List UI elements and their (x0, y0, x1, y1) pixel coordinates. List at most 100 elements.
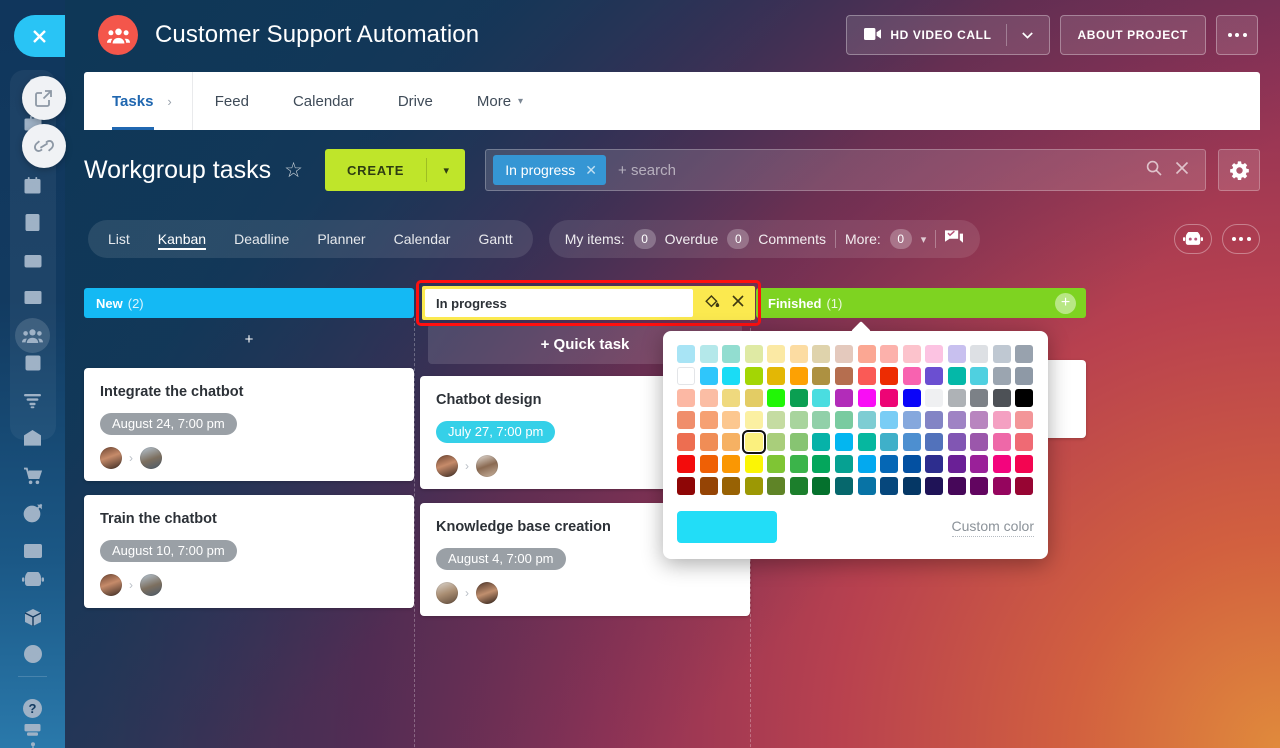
column-name-input[interactable]: In progress (425, 289, 693, 317)
star-outline-icon[interactable]: ☆ (284, 158, 303, 183)
hd-video-call-button[interactable]: HD VIDEO CALL (846, 15, 1050, 55)
add-column-icon[interactable]: + (1055, 292, 1076, 314)
color-swatch[interactable] (767, 433, 786, 451)
gear-icon[interactable] (1218, 149, 1260, 191)
color-swatch[interactable] (902, 345, 921, 363)
color-swatch[interactable] (880, 477, 899, 495)
color-swatch[interactable] (834, 389, 853, 407)
color-swatch[interactable] (992, 477, 1011, 495)
color-swatch[interactable] (744, 411, 763, 429)
color-swatch[interactable] (677, 367, 695, 385)
column-header-finished[interactable]: Finished (1) + (756, 288, 1086, 318)
avatar[interactable] (140, 574, 162, 596)
color-swatch[interactable] (902, 389, 921, 407)
color-swatch[interactable] (789, 345, 808, 363)
color-swatch[interactable] (812, 433, 831, 451)
color-swatch[interactable] (1015, 433, 1034, 451)
color-swatch[interactable] (970, 345, 989, 363)
color-swatch[interactable] (857, 477, 876, 495)
color-swatch[interactable] (880, 367, 899, 385)
chevron-down-icon[interactable] (1007, 16, 1049, 54)
color-swatch[interactable] (925, 455, 944, 473)
color-swatch[interactable] (857, 345, 876, 363)
color-swatch[interactable] (767, 477, 786, 495)
color-swatch[interactable] (741, 430, 766, 454)
color-swatch[interactable] (1015, 455, 1034, 473)
color-swatch[interactable] (857, 433, 876, 451)
sidebar-item-tasks-icon[interactable] (15, 345, 50, 380)
color-swatch[interactable] (925, 433, 944, 451)
board-more-button[interactable] (1222, 224, 1260, 254)
tab-tasks[interactable]: Tasks › (84, 72, 193, 130)
color-swatch[interactable] (992, 345, 1011, 363)
color-swatch[interactable] (789, 367, 808, 385)
color-swatch[interactable] (947, 411, 966, 429)
sidebar-item-crm-filter-icon[interactable] (15, 383, 50, 418)
color-swatch[interactable] (699, 455, 718, 473)
color-swatch[interactable] (947, 477, 966, 495)
column-header-editor[interactable]: In progress (416, 280, 761, 326)
color-swatch[interactable] (722, 455, 741, 473)
view-list[interactable]: List (94, 220, 144, 258)
color-swatch[interactable] (902, 455, 921, 473)
color-swatch[interactable] (789, 389, 808, 407)
color-swatch[interactable] (992, 367, 1011, 385)
color-swatch[interactable] (812, 389, 831, 407)
color-swatch[interactable] (744, 455, 763, 473)
view-calendar[interactable]: Calendar (380, 220, 465, 258)
avatar[interactable] (100, 447, 122, 469)
color-swatch[interactable] (902, 411, 921, 429)
color-swatch[interactable] (947, 455, 966, 473)
color-swatch[interactable] (834, 345, 853, 363)
color-swatch[interactable] (767, 411, 786, 429)
color-swatch[interactable] (677, 477, 695, 495)
view-planner[interactable]: Planner (303, 220, 379, 258)
color-swatch[interactable] (902, 433, 921, 451)
color-swatch[interactable] (947, 433, 966, 451)
color-swatch[interactable] (925, 477, 944, 495)
color-swatch[interactable] (880, 389, 899, 407)
color-swatch[interactable] (767, 367, 786, 385)
color-swatch[interactable] (812, 477, 831, 495)
color-swatch[interactable] (722, 477, 741, 495)
color-swatch[interactable] (699, 411, 718, 429)
filter-chip-in-progress[interactable]: In progress ✕ (493, 155, 607, 185)
color-swatch[interactable] (677, 411, 695, 429)
color-swatch[interactable] (992, 433, 1011, 451)
color-swatch[interactable] (699, 367, 718, 385)
topbar-more-button[interactable] (1216, 15, 1258, 55)
chevron-down-icon[interactable]: ▾ (427, 164, 465, 177)
color-swatch[interactable] (880, 411, 899, 429)
color-swatch[interactable] (767, 455, 786, 473)
color-swatch[interactable] (857, 455, 876, 473)
sidebar-item-more-chevron-icon[interactable] (15, 636, 50, 671)
color-swatch[interactable] (925, 411, 944, 429)
color-swatch[interactable] (902, 477, 921, 495)
view-deadline[interactable]: Deadline (220, 220, 303, 258)
bot-icon[interactable] (1174, 224, 1212, 254)
avatar[interactable] (100, 574, 122, 596)
color-swatch[interactable] (812, 411, 831, 429)
search-icon[interactable] (1146, 160, 1162, 181)
color-swatch[interactable] (722, 345, 741, 363)
color-swatch[interactable] (925, 367, 944, 385)
color-swatch[interactable] (1015, 389, 1034, 407)
avatar[interactable] (140, 447, 162, 469)
search-input[interactable]: In progress ✕ + search (485, 149, 1206, 191)
color-swatch[interactable] (722, 433, 741, 451)
color-swatch[interactable] (880, 455, 899, 473)
create-button[interactable]: CREATE ▾ (324, 149, 466, 191)
color-swatch[interactable] (744, 345, 763, 363)
color-swatch[interactable] (857, 411, 876, 429)
color-swatch[interactable] (947, 389, 966, 407)
link-icon[interactable] (22, 124, 66, 168)
color-swatch[interactable] (677, 455, 695, 473)
color-swatch[interactable] (812, 367, 831, 385)
overdue-label[interactable]: Overdue (665, 231, 719, 247)
color-swatch[interactable] (789, 433, 808, 451)
color-swatch[interactable] (699, 477, 718, 495)
comment-bubble-icon[interactable] (945, 229, 964, 249)
tab-calendar[interactable]: Calendar (271, 72, 376, 130)
chevron-down-icon[interactable]: ▾ (921, 233, 927, 246)
sidebar-item-company-icon[interactable] (15, 420, 50, 455)
